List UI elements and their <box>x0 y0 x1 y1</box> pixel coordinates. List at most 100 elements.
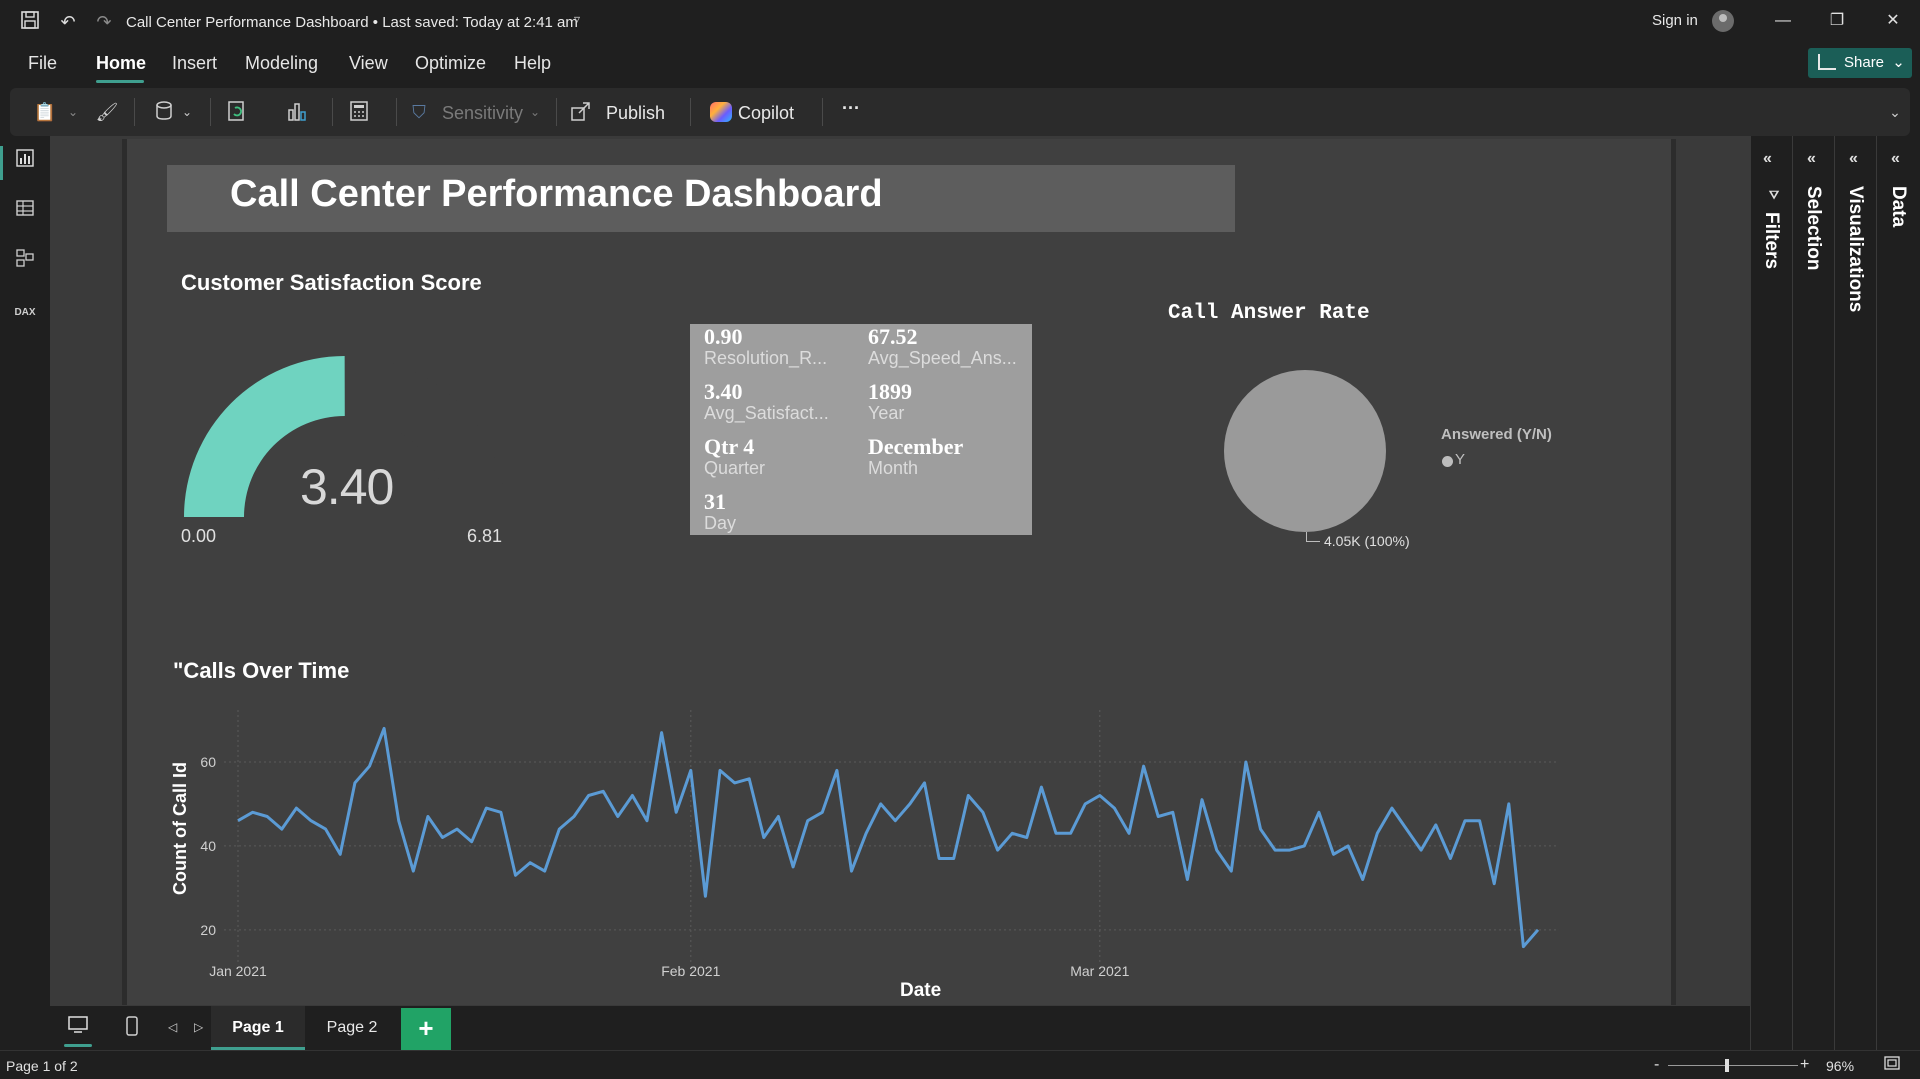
y-tick-label: 20 <box>200 922 216 938</box>
sensitivity-dropdown-icon[interactable]: ⌄ <box>522 100 548 124</box>
sensitivity-icon[interactable]: ⛉ <box>406 100 432 124</box>
expand-chevron-icon[interactable]: « <box>1763 150 1772 168</box>
report-view-icon[interactable] <box>12 148 38 174</box>
filter-icon: ⛛ <box>1769 188 1780 202</box>
more-options-button[interactable]: ··· <box>842 98 860 119</box>
dax-query-view-icon[interactable]: DAX <box>12 300 38 326</box>
zoom-out-button[interactable]: - <box>1654 1056 1659 1074</box>
restore-button[interactable]: ❐ <box>1822 8 1852 34</box>
pie-title: Call Answer Rate <box>1168 302 1370 325</box>
page-edge-right <box>1671 139 1676 1005</box>
get-data-dropdown-icon[interactable]: ⌄ <box>174 100 200 124</box>
prev-page-icon[interactable]: ◁ <box>168 1020 177 1034</box>
selection-pane[interactable]: « Selection <box>1792 136 1834 1056</box>
tab-modeling[interactable]: Modeling <box>245 53 318 74</box>
multi-row-card[interactable]: 0.90 Resolution_R... 67.52 Avg_Speed_Ans… <box>690 324 1032 535</box>
gauge-min-label: 0.00 <box>181 526 217 546</box>
copilot-button[interactable]: Copilot <box>738 103 794 124</box>
paste-dropdown-icon[interactable]: ⌄ <box>60 100 86 124</box>
pie-leader-line <box>1306 532 1320 542</box>
sign-in-link[interactable]: Sign in <box>1652 12 1698 29</box>
model-view-icon[interactable] <box>12 248 38 274</box>
y-axis-title: Count of Call Id <box>170 762 190 895</box>
tab-optimize[interactable]: Optimize <box>415 53 486 74</box>
y-tick-label: 40 <box>200 838 216 854</box>
new-measure-icon[interactable] <box>346 100 372 124</box>
format-painter-icon[interactable]: 🖌 <box>94 100 120 124</box>
series-line[interactable] <box>237 726 1540 949</box>
ribbon-toolbar: 📋 ⌄ 🖌 ⌄ ⛉ Sensitivity ⌄ Publish Copilot <box>10 88 1910 136</box>
refresh-icon[interactable] <box>224 100 250 124</box>
gauge-max-label: 6.81 <box>467 526 503 546</box>
expand-chevron-icon[interactable]: « <box>1891 150 1900 168</box>
pie-slice[interactable] <box>1224 370 1386 532</box>
paste-icon[interactable]: 📋 <box>32 100 58 124</box>
visualizations-pane[interactable]: « Visualizations <box>1834 136 1876 1056</box>
avatar-icon[interactable] <box>1712 10 1734 32</box>
legend-title: Answered (Y/N) <box>1441 426 1552 443</box>
title-dropdown-icon[interactable]: ▿ <box>574 12 580 26</box>
dashboard-title: Call Center Performance Dashboard <box>230 173 883 215</box>
data-pane-label[interactable]: Data <box>1887 186 1909 227</box>
share-icon <box>1818 54 1836 70</box>
active-view-indicator <box>0 146 3 180</box>
tab-home[interactable]: Home <box>96 53 146 74</box>
new-visual-icon[interactable] <box>284 100 310 124</box>
card-value: 0.90 <box>704 324 743 349</box>
card-label: Month <box>868 458 919 478</box>
share-button[interactable]: Share ⌄ <box>1808 48 1912 78</box>
card-value: Qtr 4 <box>704 434 755 459</box>
filters-pane-label[interactable]: Filters <box>1760 212 1782 269</box>
card-label: Quarter <box>704 458 766 478</box>
copilot-icon[interactable] <box>710 102 732 122</box>
publish-icon[interactable] <box>568 100 594 124</box>
line-chart-title: "Calls Over Time <box>173 658 350 683</box>
powerbi-window: ↶ ↷ Call Center Performance Dashboard • … <box>0 0 1920 1079</box>
zoom-level[interactable]: 96% <box>1826 1058 1854 1074</box>
publish-button[interactable]: Publish <box>606 103 665 124</box>
ribbon-separator <box>210 98 211 126</box>
card-value: 67.52 <box>868 324 918 349</box>
legend-item[interactable]: Y <box>1455 451 1465 468</box>
tab-file[interactable]: File <box>28 53 57 74</box>
next-page-icon[interactable]: ▷ <box>194 1020 203 1034</box>
close-button[interactable]: ✕ <box>1878 8 1908 34</box>
save-icon[interactable] <box>18 10 42 34</box>
undo-icon[interactable]: ↶ <box>56 10 80 34</box>
minimize-button[interactable]: — <box>1768 8 1798 34</box>
ribbon-separator <box>822 98 823 126</box>
card-label: Day <box>704 513 737 533</box>
status-bar: Page 1 of 2 - + 96% <box>0 1050 1920 1079</box>
zoom-slider[interactable] <box>1668 1065 1798 1066</box>
card-value: 1899 <box>868 379 912 404</box>
page-tab-2[interactable]: Page 2 <box>305 1006 399 1050</box>
expand-chevron-icon[interactable]: « <box>1807 150 1816 168</box>
card-label: Resolution_R... <box>704 348 828 368</box>
card-label: Avg_Satisfact... <box>704 403 829 423</box>
mobile-layout-icon[interactable] <box>126 1016 138 1041</box>
fit-to-page-icon[interactable] <box>1884 1056 1900 1075</box>
zoom-in-button[interactable]: + <box>1800 1056 1809 1074</box>
line-chart[interactable]: 20 40 60 Jan 2021 Feb 2021 Mar 2021 <box>160 700 1610 1000</box>
legend-marker[interactable] <box>1442 456 1453 467</box>
card-value: 3.40 <box>704 379 743 404</box>
x-axis-title: Date <box>900 980 942 1001</box>
selection-pane-label[interactable]: Selection <box>1802 186 1824 270</box>
tab-help[interactable]: Help <box>514 53 551 74</box>
redo-icon[interactable]: ↷ <box>92 10 116 34</box>
collapse-ribbon-icon[interactable]: ⌄ <box>1882 100 1908 124</box>
data-pane[interactable]: « Data <box>1876 136 1920 1056</box>
view-switcher: DAX <box>0 136 50 1056</box>
tab-view[interactable]: View <box>349 53 388 74</box>
visualizations-pane-label[interactable]: Visualizations <box>1844 186 1866 312</box>
desktop-layout-icon[interactable] <box>68 1016 88 1039</box>
x-tick-label: Jan 2021 <box>209 963 267 979</box>
tab-insert[interactable]: Insert <box>172 53 217 74</box>
zoom-slider-thumb[interactable] <box>1725 1059 1729 1072</box>
add-page-button[interactable]: + <box>401 1008 451 1050</box>
sensitivity-label[interactable]: Sensitivity <box>442 103 523 124</box>
table-view-icon[interactable] <box>12 198 38 224</box>
expand-chevron-icon[interactable]: « <box>1849 150 1858 168</box>
page-tab-1[interactable]: Page 1 <box>211 1006 305 1050</box>
filters-pane[interactable]: « ⛛ Filters <box>1750 136 1792 1056</box>
